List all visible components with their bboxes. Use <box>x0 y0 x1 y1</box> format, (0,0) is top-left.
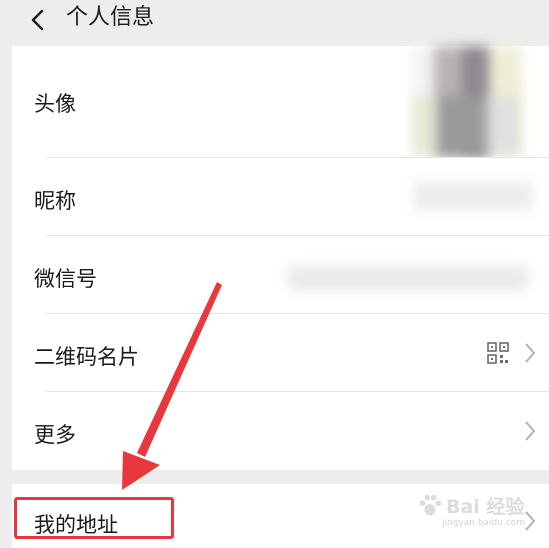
nav-bar: 个人信息 <box>0 0 549 46</box>
nickname-value <box>414 182 532 210</box>
section-gap <box>12 470 549 484</box>
row-label: 头像 <box>34 92 76 116</box>
wechat-id-value <box>288 266 528 290</box>
row-more[interactable]: 更多 <box>12 392 549 470</box>
watermark: Bai 经验 jingyan.baidu.com <box>412 488 542 544</box>
chevron-right-icon <box>525 343 536 363</box>
row-qr-card[interactable]: 二维码名片 <box>12 314 549 392</box>
row-avatar[interactable]: 头像 <box>12 46 549 158</box>
row-nickname[interactable]: 昵称 <box>12 158 549 236</box>
paw-icon <box>419 494 442 516</box>
row-wechat-id[interactable]: 微信号 <box>12 236 549 314</box>
qr-code-icon <box>487 342 509 364</box>
avatar-blur-lower <box>414 96 518 154</box>
page-title: 个人信息 <box>66 5 155 30</box>
chevron-right-icon <box>525 421 536 441</box>
chevron-left-icon[interactable] <box>28 8 48 32</box>
watermark-sub: jingyan.baidu.com <box>442 518 526 528</box>
row-label: 昵称 <box>34 189 76 213</box>
highlight-box <box>14 497 174 539</box>
row-label: 微信号 <box>34 267 97 291</box>
row-label: 二维码名片 <box>34 345 139 369</box>
row-label: 更多 <box>34 423 76 447</box>
watermark-main: Bai 经验 <box>446 496 525 518</box>
